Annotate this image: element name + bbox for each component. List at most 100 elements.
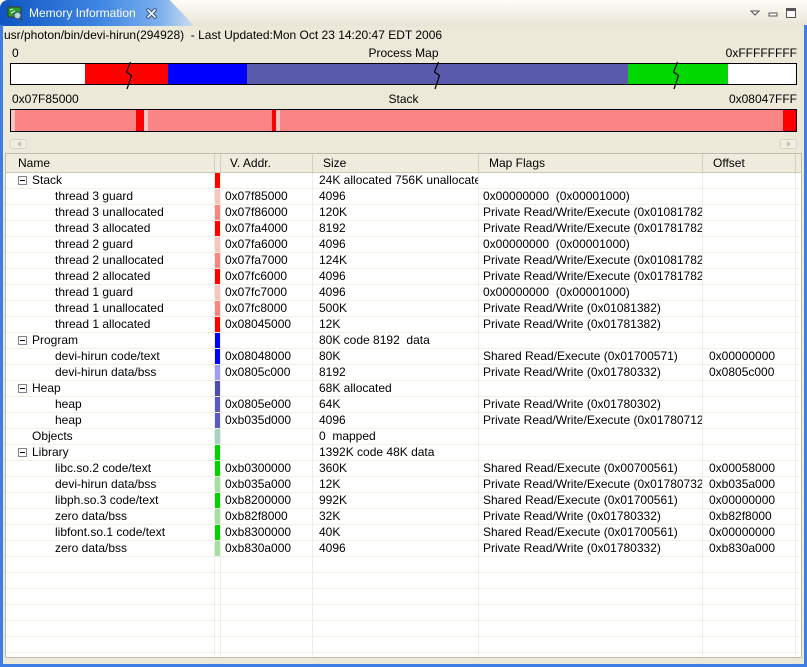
filler-cell [796, 365, 801, 380]
tab-title: Memory Information [29, 6, 136, 20]
offset-cell [703, 237, 796, 252]
maximize-icon[interactable] [783, 6, 799, 19]
empty-cell [221, 637, 313, 652]
name-cell: thread 2 allocated [6, 269, 215, 284]
table-row[interactable]: thread 1 guard0x07fc700040960x00000000 (… [6, 285, 801, 301]
size-cell: 80K code 8192 data [313, 333, 479, 348]
vaddr-cell [221, 445, 313, 460]
table-row[interactable]: Stack24K allocated 756K unallocated [6, 173, 801, 189]
map-segment-thread-1-allocated[interactable] [783, 110, 796, 131]
tree-collapse-icon[interactable] [18, 336, 27, 345]
empty-cell [6, 573, 215, 588]
name-cell: Objects [6, 429, 215, 444]
map-flags-cell: Private Read/Write/Execute (0x01781782) [479, 221, 703, 236]
table-row[interactable]: thread 3 unallocated0x07f86000120KPrivat… [6, 205, 801, 221]
table-row[interactable]: devi-hirun code/text0x0804800080KShared … [6, 349, 801, 365]
row-name-label: devi-hirun data/bss [6, 365, 156, 380]
table-row[interactable]: Program80K code 8192 data [6, 333, 801, 349]
table-row[interactable]: Objects 0 mapped [6, 429, 801, 445]
column-header-filler [796, 154, 801, 172]
table-row[interactable]: libfont.so.1 code/text0xb830000040KShare… [6, 525, 801, 541]
table-row[interactable]: thread 2 guard0x07fa600040960x00000000 (… [6, 237, 801, 253]
size-cell: 8192 [313, 365, 479, 380]
column-header-offset[interactable]: Offset [703, 154, 796, 172]
table-row[interactable]: devi-hirun data/bss0x0805c0008192Private… [6, 365, 801, 381]
offset-cell: 0xb82f8000 [703, 509, 796, 524]
empty-cell [6, 557, 215, 572]
table-row[interactable]: zero data/bss0xb82f800032KPrivate Read/W… [6, 509, 801, 525]
map-segment-program[interactable] [168, 64, 247, 84]
empty-cell [703, 557, 796, 572]
table-row[interactable]: heap0xb035d0004096Private Read/Write/Exe… [6, 413, 801, 429]
map-segment-low-unused[interactable] [11, 64, 85, 84]
stack-end-address: 0x08047FFF [729, 92, 797, 106]
view-tab-bar: Memory Information [0, 0, 807, 26]
address-break-bolt-icon [431, 61, 442, 90]
map-segment-thread-3-allocated[interactable] [136, 110, 144, 131]
name-cell: Library [6, 445, 215, 460]
offset-cell [703, 205, 796, 220]
table-row[interactable]: libph.so.3 code/text0xb8200000992KShared… [6, 493, 801, 509]
scroll-right-button[interactable] [780, 139, 797, 149]
name-cell: thread 1 unallocated [6, 301, 215, 316]
column-header-vaddr[interactable]: V. Addr. [221, 154, 313, 172]
table-row-empty [6, 621, 801, 637]
minimize-icon[interactable] [765, 6, 781, 19]
size-cell: 0 mapped [313, 429, 479, 444]
filler-cell [796, 269, 801, 284]
empty-cell [6, 653, 215, 658]
scroll-left-button[interactable] [10, 139, 27, 149]
empty-cell [313, 573, 479, 588]
map-segment-thread-2-unallocated[interactable] [148, 110, 273, 131]
vaddr-cell: 0xb830a000 [221, 541, 313, 556]
vaddr-cell: 0x0805c000 [221, 365, 313, 380]
empty-cell [479, 557, 703, 572]
map-segment-thread-3-unallocated[interactable] [15, 110, 136, 131]
name-cell: devi-hirun data/bss [6, 365, 215, 380]
filler-cell [796, 349, 801, 364]
column-header-name[interactable]: Name [6, 154, 215, 172]
stack-map-bar[interactable] [10, 109, 797, 132]
table-row[interactable]: thread 1 unallocated0x07fc8000500KPrivat… [6, 301, 801, 317]
row-name-label: devi-hirun code/text [6, 349, 160, 364]
map-segment-high-unused[interactable] [728, 64, 796, 84]
tree-collapse-icon[interactable] [18, 448, 27, 457]
table-row[interactable]: devi-hirun data/bss0xb035a00012KPrivate … [6, 477, 801, 493]
table-row[interactable]: Library 1392K code 48K data [6, 445, 801, 461]
table-row[interactable]: heap0x0805e00064KPrivate Read/Write (0x0… [6, 397, 801, 413]
view-menu-chevron-icon[interactable] [747, 6, 763, 19]
vaddr-cell: 0x07fa4000 [221, 221, 313, 236]
name-cell: heap [6, 413, 215, 428]
filler-cell [796, 253, 801, 268]
table-header-row: Name V. Addr. Size Map Flags Offset [6, 154, 801, 173]
tab-memory-information[interactable]: Memory Information [0, 0, 160, 26]
map-flags-cell [479, 173, 703, 188]
map-segment-thread-1-unallocated[interactable] [280, 110, 783, 131]
table-row[interactable]: zero data/bss0xb830a0004096Private Read/… [6, 541, 801, 557]
table-row[interactable]: libc.so.2 code/text0xb0300000360KShared … [6, 461, 801, 477]
map-flags-cell: Shared Read/Execute (0x01700571) [479, 349, 703, 364]
offset-cell [703, 173, 796, 188]
size-cell: 4096 [313, 269, 479, 284]
empty-cell [479, 621, 703, 636]
name-cell: thread 2 guard [6, 237, 215, 252]
process-map-bar[interactable] [10, 63, 797, 85]
table-row[interactable]: thread 2 allocated0x07fc60004096Private … [6, 269, 801, 285]
table-row[interactable]: Heap68K allocated [6, 381, 801, 397]
table-row[interactable]: thread 2 unallocated0x07fa7000124KPrivat… [6, 253, 801, 269]
table-row[interactable]: thread 3 guard0x07f8500040960x00000000 (… [6, 189, 801, 205]
table-row[interactable]: thread 1 allocated0x0804500012KPrivate R… [6, 317, 801, 333]
size-cell: 120K [313, 205, 479, 220]
column-header-mapflags[interactable]: Map Flags [479, 154, 703, 172]
size-cell: 1392K code 48K data [313, 445, 479, 460]
filler-cell [796, 221, 801, 236]
empty-cell [313, 637, 479, 652]
offset-cell: 0xb830a000 [703, 541, 796, 556]
table-row[interactable]: thread 3 allocated0x07fa40008192Private … [6, 221, 801, 237]
filler-cell [796, 541, 801, 556]
close-icon[interactable] [146, 8, 157, 19]
tree-collapse-icon[interactable] [18, 176, 27, 185]
tree-collapse-icon[interactable] [18, 384, 27, 393]
column-header-size[interactable]: Size [313, 154, 479, 172]
empty-cell [221, 557, 313, 572]
